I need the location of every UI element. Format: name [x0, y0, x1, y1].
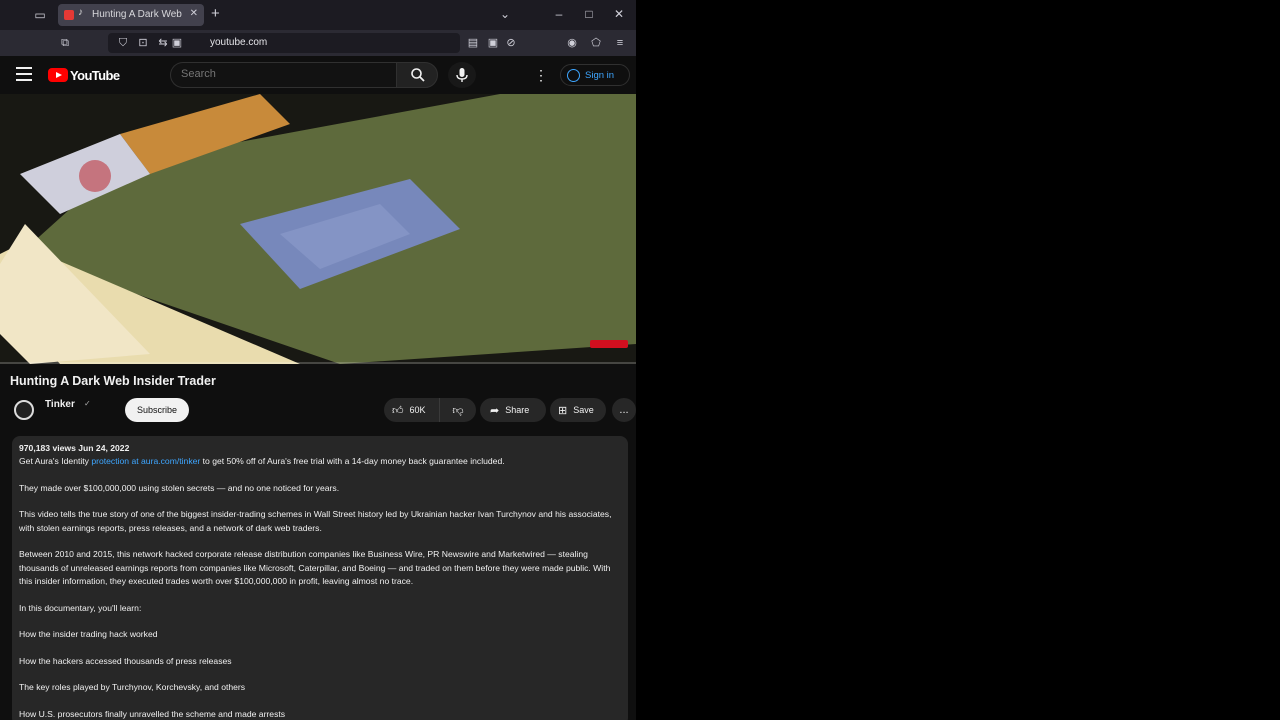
- live-badge: [590, 340, 628, 348]
- share-label: Share: [505, 405, 530, 415]
- video-frame: [0, 94, 636, 364]
- youtube-masthead: YouTube ⋮ Sign in: [0, 56, 636, 94]
- extensions-icon[interactable]: ⬠: [589, 36, 603, 50]
- account-circle-icon: [567, 68, 580, 82]
- close-window-button[interactable]: ✕: [612, 7, 626, 21]
- settings-kebab-icon[interactable]: ⋮: [534, 67, 548, 83]
- lock-icon[interactable]: ⊡: [136, 36, 150, 50]
- app-menu-icon[interactable]: ≡: [613, 36, 627, 50]
- save-label: Save: [573, 405, 594, 415]
- pocket-icon[interactable]: ⊘: [504, 36, 518, 50]
- views-and-date: 970,183 views Jun 24, 2022: [19, 443, 130, 453]
- description-paragraph: How the hackers accessed thousands of pr…: [19, 655, 232, 666]
- sponsor-text-tail: to get 50% off of Aura's free trial with…: [200, 456, 505, 467]
- video-player[interactable]: [0, 94, 636, 364]
- save-button[interactable]: ⊞ Save: [550, 398, 606, 422]
- maximize-button[interactable]: □: [582, 7, 596, 21]
- youtube-logo-text: YouTube: [70, 67, 120, 83]
- sponsor-text: Get Aura's Identity: [19, 456, 89, 467]
- like-count: 60K: [409, 405, 426, 415]
- microphone-icon: [456, 68, 468, 82]
- hamburger-menu-icon[interactable]: [16, 67, 32, 81]
- sign-in-label: Sign in: [585, 69, 615, 81]
- more-icon: ...: [619, 404, 629, 416]
- like-dislike-group: 👍︎ 60K 👎︎: [384, 398, 476, 422]
- search-button[interactable]: [396, 62, 438, 88]
- permissions-icon[interactable]: ⇆: [156, 36, 170, 50]
- new-tab-button[interactable]: +: [211, 5, 220, 22]
- share-arrow-icon: ➦: [490, 404, 500, 417]
- subscribe-button[interactable]: Subscribe: [125, 398, 189, 422]
- speaker-icon[interactable]: ♪: [78, 7, 83, 18]
- close-tab-icon[interactable]: ✕: [190, 8, 198, 19]
- dislike-button[interactable]: 👎︎: [440, 398, 476, 422]
- tab-bar: ▭ ♪ Hunting A Dark Web Insider Trader ✕ …: [0, 0, 636, 30]
- description-box[interactable]: 970,183 views Jun 24, 2022 Get Aura's Id…: [12, 436, 628, 720]
- share-button[interactable]: ➦ Share: [480, 398, 546, 422]
- description-paragraph: The key roles played by Turchynov, Korch…: [19, 682, 246, 693]
- media-icon[interactable]: ▣: [170, 36, 184, 50]
- description-paragraph: Between 2010 and 2015, this network hack…: [19, 549, 611, 586]
- folder-icon[interactable]: ▭: [32, 7, 48, 23]
- more-actions-button[interactable]: ...: [612, 398, 636, 422]
- browser-window: ▭ ♪ Hunting A Dark Web Insider Trader ✕ …: [0, 0, 636, 720]
- address-bar[interactable]: ⛉ ⊡ ⇆ ▣ youtube.com: [108, 33, 460, 53]
- account-icon[interactable]: ◉: [565, 36, 579, 50]
- list-tabs-icon[interactable]: ⌄: [498, 7, 512, 21]
- sponsor-link[interactable]: protection at aura.com/tinker: [91, 456, 200, 466]
- sidebar-toggle-icon[interactable]: ⧉: [58, 36, 72, 50]
- description-paragraph: This video tells the true story of one o…: [19, 509, 612, 533]
- url-text: youtube.com: [210, 37, 268, 48]
- search-icon: [411, 68, 425, 82]
- search-box[interactable]: [170, 62, 396, 88]
- description-paragraph: How the insider trading hack worked: [19, 629, 158, 640]
- video-title: Hunting A Dark Web Insider Trader: [10, 374, 216, 388]
- description-paragraph: How U.S. prosecutors finally unravelled …: [19, 708, 286, 719]
- verified-badge-icon: ✓: [84, 399, 91, 408]
- owner-row: Tinker ✓ Subscribe 👍︎ 60K 👎︎ ➦ Share ⊞ S…: [12, 398, 636, 424]
- minimize-button[interactable]: –: [552, 7, 566, 21]
- tab-youtube[interactable]: ♪ Hunting A Dark Web Insider Trader ✕: [58, 4, 204, 26]
- youtube-logo[interactable]: YouTube: [48, 67, 120, 83]
- sponsor-line: Get Aura's Identity protection at aura.c…: [19, 455, 621, 468]
- channel-name[interactable]: Tinker: [45, 399, 75, 410]
- thumbs-up-icon: 👍︎: [392, 404, 404, 417]
- youtube-play-logo-icon: [48, 68, 68, 82]
- description-paragraph: They made over $100,000,000 using stolen…: [19, 482, 340, 493]
- navigation-bar: ⧉ ⛉ ⊡ ⇆ ▣ youtube.com ▤ ▣ ⊘ ◉ ⬠ ≡: [0, 30, 636, 56]
- tab-title: Hunting A Dark Web Insider Trader: [92, 9, 184, 20]
- like-button[interactable]: 👍︎ 60K: [384, 398, 440, 422]
- thumbs-down-icon: 👎︎: [452, 404, 464, 417]
- view-stats: 970,183 views Jun 24, 2022: [19, 442, 621, 455]
- sign-in-button[interactable]: Sign in: [560, 64, 630, 86]
- description-paragraph: In this documentary, you'll learn:: [19, 602, 142, 613]
- channel-avatar[interactable]: [14, 400, 34, 420]
- save-playlist-icon: ⊞: [558, 404, 568, 417]
- search-input[interactable]: [181, 68, 381, 80]
- youtube-favicon-icon: [64, 10, 74, 20]
- reader-view-icon[interactable]: ▤: [466, 36, 480, 50]
- bookmark-icon[interactable]: ▣: [486, 36, 500, 50]
- voice-search-button[interactable]: [448, 62, 476, 88]
- shield-icon[interactable]: ⛉: [116, 36, 130, 50]
- progress-bar[interactable]: [0, 362, 636, 364]
